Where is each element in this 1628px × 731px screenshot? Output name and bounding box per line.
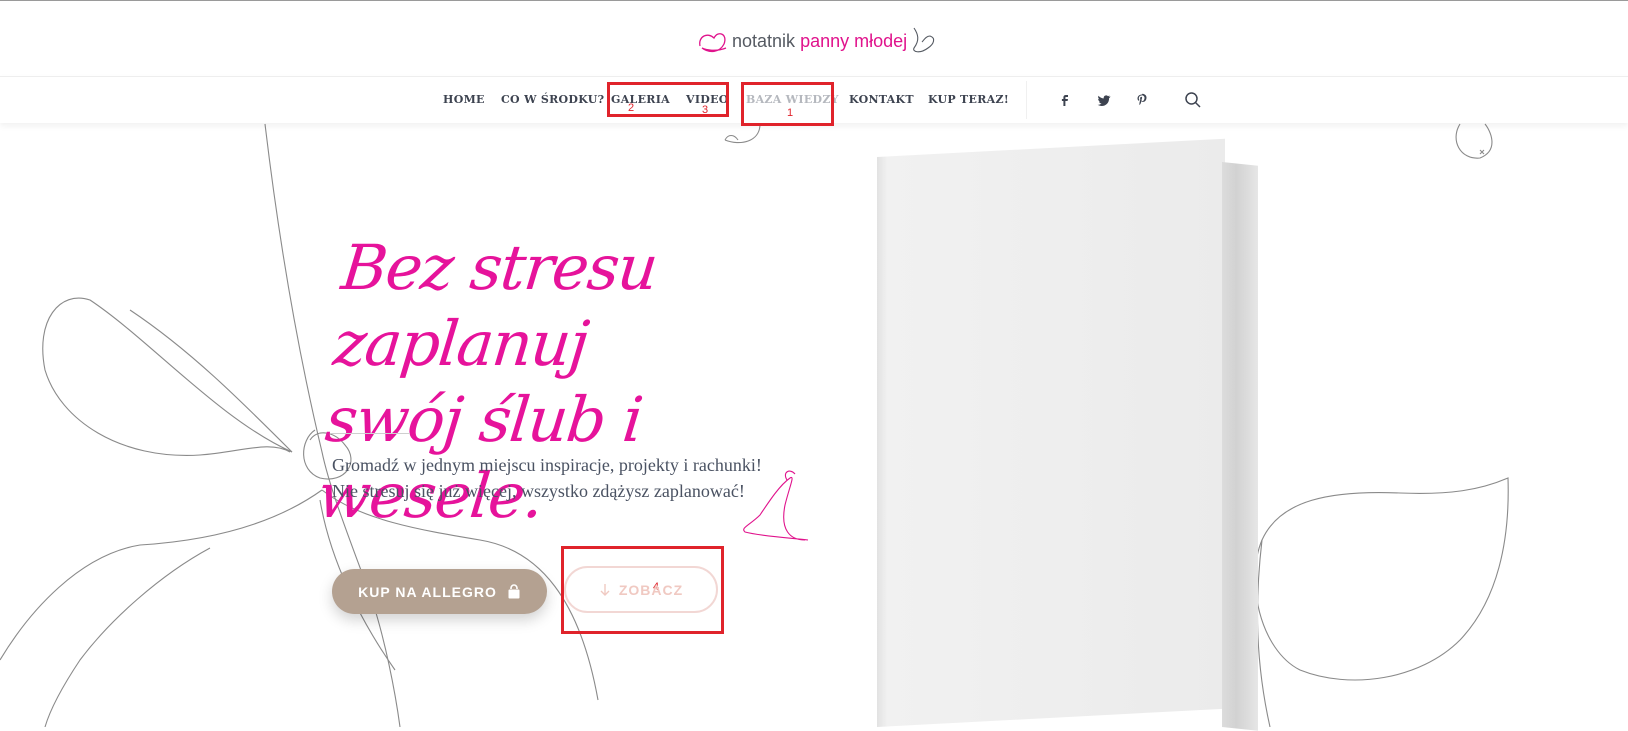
nav-item-home[interactable]: HOME (443, 93, 485, 106)
logo-text-accent: panny młodej (800, 30, 908, 51)
logo-text-plain: notatnik (732, 30, 796, 51)
annotation-number-2: 2 (628, 102, 635, 114)
kup-na-allegro-label: KUP NA ALLEGRO (358, 583, 497, 600)
nav-item-kup-teraz[interactable]: KUP TERAZ! (928, 93, 1009, 106)
logo-text: notatnik panny młodej (732, 31, 907, 52)
annotation-number-1: 1 (787, 107, 794, 119)
hero-description-line-2: Nie stresuj się już więcej, wszystko zdą… (332, 481, 745, 501)
annotation-number-3: 3 (702, 104, 709, 116)
book-cover-image (877, 138, 1225, 728)
nav-divider (1026, 81, 1027, 119)
facebook-icon[interactable] (1056, 91, 1074, 109)
nav-item-co-w-srodku[interactable]: CO W ŚRODKU? (501, 93, 604, 106)
heart-doodle-icon (699, 33, 727, 53)
site-logo[interactable]: notatnik panny młodej (696, 26, 935, 56)
arrow-down-icon (600, 583, 610, 596)
search-icon[interactable] (1183, 90, 1203, 110)
pinterest-icon[interactable] (1133, 91, 1151, 109)
shopping-bag-icon (508, 583, 520, 598)
nav-item-kontakt[interactable]: KONTAKT (849, 93, 914, 106)
hero-description: Gromadź w jednym miejscu inspiracje, pro… (332, 452, 832, 504)
hero-description-line-1: Gromadź w jednym miejscu inspiracje, pro… (332, 455, 762, 475)
twitter-icon[interactable] (1095, 91, 1113, 109)
zobacz-label: ZOBACZ (618, 581, 684, 598)
kup-na-allegro-button[interactable]: KUP NA ALLEGRO (332, 569, 547, 614)
zobacz-button[interactable]: ZOBACZ (564, 566, 718, 613)
book-spine (1222, 162, 1258, 731)
annotation-box-baza-wiedzy (741, 82, 834, 126)
heart-outline-icon (913, 27, 935, 53)
hero-title-line-1: Bez stresu zaplanuj (330, 231, 661, 380)
top-border (0, 0, 1628, 1)
hero-divider (330, 433, 410, 434)
annotation-box-galeria-video (607, 82, 729, 117)
